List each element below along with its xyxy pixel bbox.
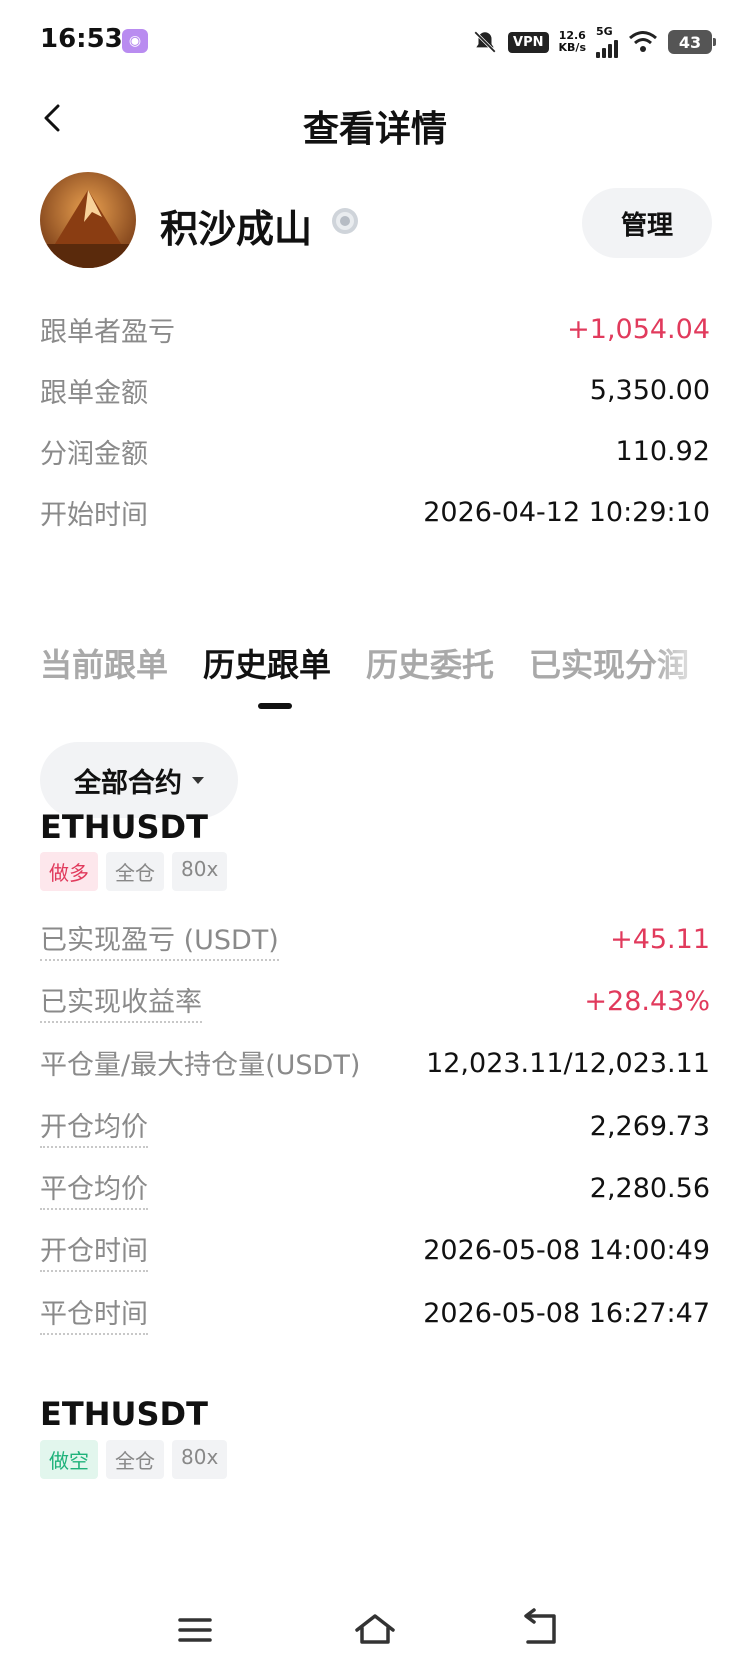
- detail-value: +45.11: [610, 924, 710, 955]
- side-badge: 做空: [40, 1440, 98, 1479]
- summary-label: 分润金额: [40, 439, 148, 470]
- detail-label: 平仓量/最大持仓量(USDT): [40, 1050, 361, 1081]
- avatar[interactable]: [40, 172, 136, 268]
- detail-value: 2,280.56: [589, 1173, 710, 1204]
- summary-label: 跟单金额: [40, 378, 148, 409]
- speed-unit: KB/s: [558, 41, 586, 54]
- mountain-avatar-image: [40, 172, 136, 268]
- summary-row-pnl: 跟单者盈亏 +1,054.04: [40, 310, 710, 349]
- status-indicators: VPN 12.6 KB/s 5G 43: [472, 26, 716, 58]
- summary-row-start-time: 开始时间 2026-04-12 10:29:10: [40, 493, 710, 532]
- summary-label: 开始时间: [40, 500, 148, 531]
- page-title: 查看详情: [302, 109, 447, 150]
- order-tags: 做空 全仓 80x: [40, 1440, 228, 1479]
- detail-value: +28.43%: [584, 986, 710, 1017]
- detail-label[interactable]: 开仓时间: [40, 1229, 148, 1272]
- summary-row-amount: 跟单金额 5,350.00: [40, 371, 710, 410]
- summary-value: 2026-04-12 10:29:10: [423, 497, 710, 528]
- detail-row-realized-pnl: 已实现盈亏 (USDT) +45.11: [40, 918, 710, 961]
- tab-fade-overlay: [652, 630, 712, 690]
- cell-signal: 5G: [596, 26, 618, 58]
- detail-label[interactable]: 平仓时间: [40, 1292, 148, 1335]
- detail-row-close-avg-price: 平仓均价 2,280.56: [40, 1167, 710, 1210]
- back-nav-icon[interactable]: [524, 1608, 556, 1644]
- detail-value: 2026-05-08 14:00:49: [423, 1235, 710, 1266]
- tab-history-orders[interactable]: 历史委托: [366, 640, 494, 686]
- margin-badge: 全仓: [106, 1440, 164, 1479]
- detail-row-close-volume: 平仓量/最大持仓量(USDT) 12,023.11/12,023.11: [40, 1043, 710, 1084]
- summary-value: 5,350.00: [589, 375, 710, 406]
- tab-current-copy[interactable]: 当前跟单: [40, 640, 168, 686]
- system-nav-bar: [178, 1608, 556, 1644]
- order-symbol: ETHUSDT: [40, 1395, 208, 1433]
- tab-bar: 当前跟单 历史跟单 历史委托 已实现分润: [40, 640, 710, 686]
- vpn-badge: VPN: [508, 31, 549, 53]
- filter-label: 全部合约: [74, 767, 182, 799]
- side-badge: 做多: [40, 852, 98, 891]
- wifi-icon: [629, 31, 657, 52]
- leverage-badge: 80x: [172, 852, 228, 891]
- detail-row-open-avg-price: 开仓均价 2,269.73: [40, 1105, 710, 1148]
- detail-value: 12,023.11/12,023.11: [426, 1048, 710, 1079]
- detail-row-realized-roi: 已实现收益率 +28.43%: [40, 980, 710, 1023]
- margin-badge: 全仓: [106, 852, 164, 891]
- home-icon[interactable]: [355, 1614, 395, 1644]
- battery-icon: 43: [668, 30, 716, 54]
- order-tags: 做多 全仓 80x: [40, 852, 228, 891]
- summary-label: 跟单者盈亏: [40, 317, 175, 348]
- active-tab-indicator: [258, 703, 292, 709]
- detail-label[interactable]: 开仓均价: [40, 1105, 148, 1148]
- detail-value: 2026-05-08 16:27:47: [423, 1298, 710, 1329]
- detail-row-close-time: 平仓时间 2026-05-08 16:27:47: [40, 1292, 710, 1335]
- network-speed: 12.6 KB/s: [559, 30, 586, 54]
- order-symbol: ETHUSDT: [40, 808, 208, 846]
- manage-button[interactable]: 管理: [582, 188, 712, 258]
- caret-down-icon: [192, 776, 204, 784]
- medal-icon: [332, 208, 358, 234]
- tab-history-copy[interactable]: 历史跟单: [203, 640, 331, 686]
- network-type: 5G: [596, 25, 613, 38]
- detail-label[interactable]: 已实现盈亏 (USDT): [40, 918, 279, 961]
- detail-value: 2,269.73: [589, 1111, 710, 1142]
- detail-label[interactable]: 已实现收益率: [40, 980, 202, 1023]
- trader-name: 积沙成山: [160, 207, 313, 251]
- menu-icon[interactable]: [178, 1618, 212, 1642]
- contract-filter-dropdown[interactable]: 全部合约: [40, 742, 238, 818]
- detail-label[interactable]: 平仓均价: [40, 1167, 148, 1210]
- mute-bell-icon: [474, 31, 496, 53]
- summary-value: +1,054.04: [567, 314, 710, 345]
- status-time: 16:53: [40, 24, 123, 54]
- app-notification-icon: ◉: [122, 29, 148, 53]
- signal-bars-icon: [596, 38, 618, 58]
- detail-row-open-time: 开仓时间 2026-05-08 14:00:49: [40, 1229, 710, 1272]
- summary-value: 110.92: [615, 436, 710, 467]
- leverage-badge: 80x: [172, 1440, 228, 1479]
- summary-row-profit-share: 分润金额 110.92: [40, 432, 710, 471]
